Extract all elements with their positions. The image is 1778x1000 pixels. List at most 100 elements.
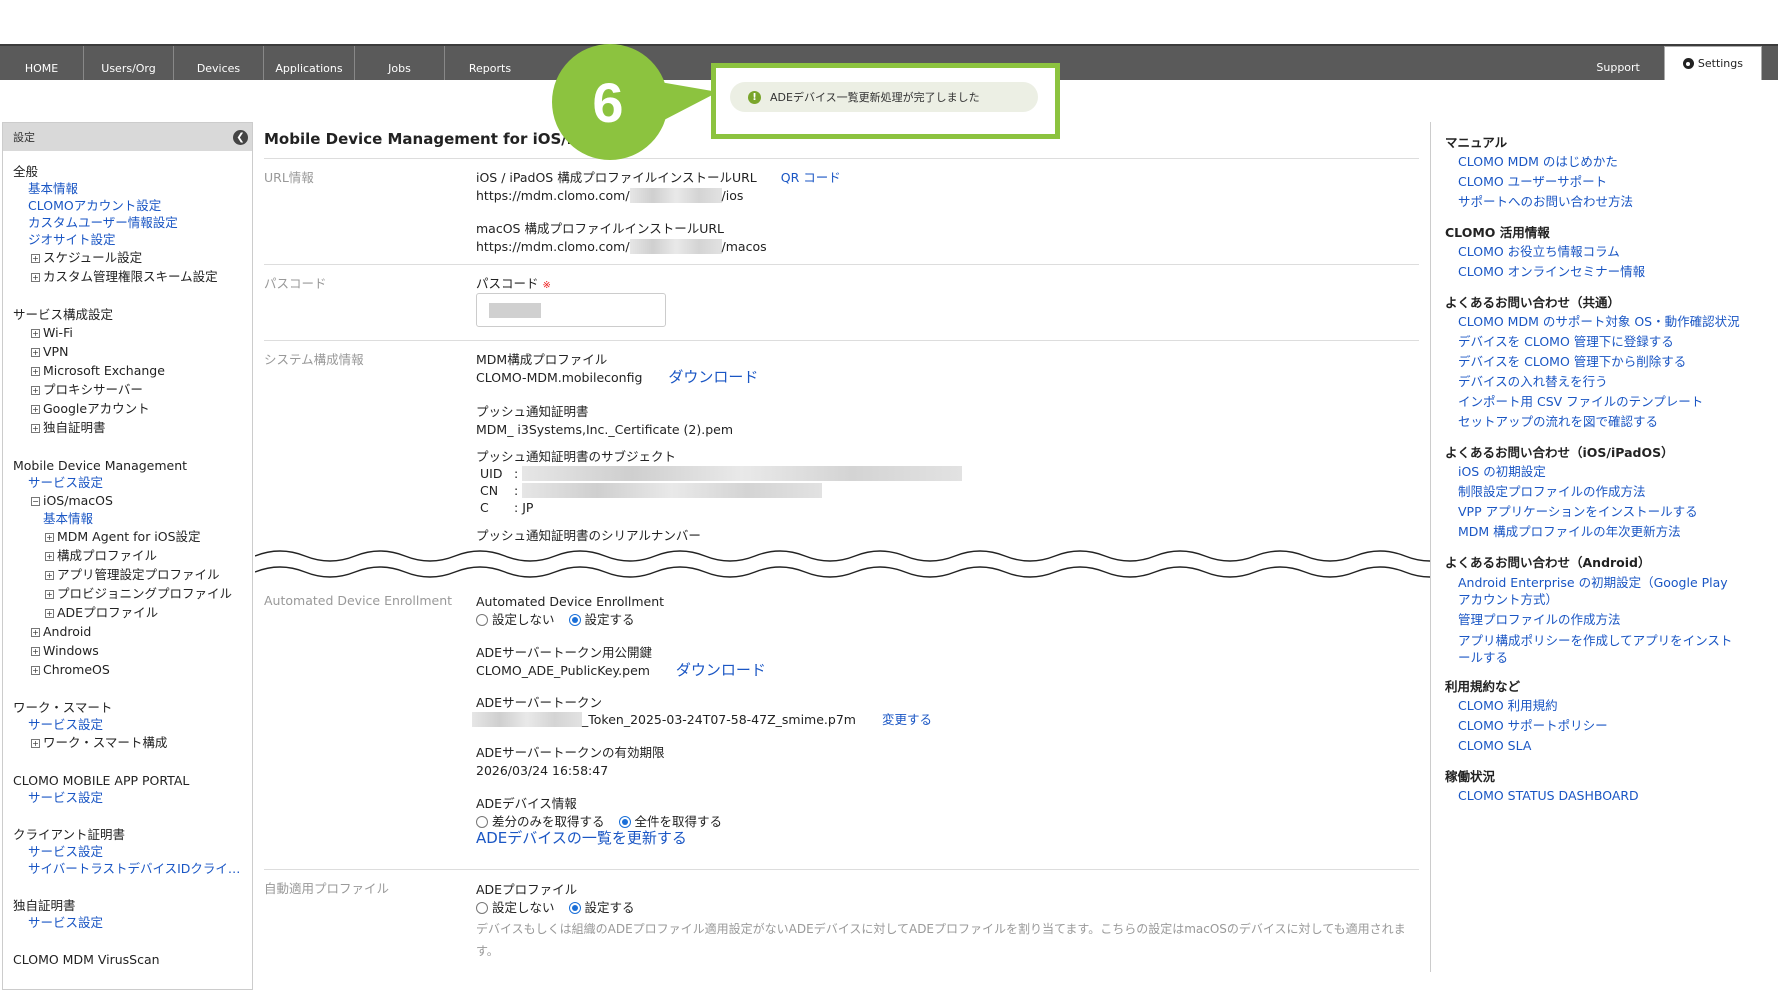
radio-button[interactable] bbox=[476, 614, 488, 626]
help-link[interactable]: 制限設定プロファイルの作成方法 bbox=[1431, 482, 1778, 502]
sidebar-link-portal-service[interactable]: サービス設定 bbox=[3, 789, 252, 806]
expand-plus-icon[interactable]: + bbox=[31, 739, 40, 748]
expand-plus-icon[interactable]: + bbox=[31, 273, 40, 282]
help-link[interactable]: CLOMO お役立ち情報コラム bbox=[1431, 242, 1778, 262]
help-link[interactable]: CLOMO 利用規約 bbox=[1431, 696, 1778, 716]
expand-plus-icon[interactable]: + bbox=[31, 367, 40, 376]
help-link[interactable]: MDM 構成プロファイルの年次更新方法 bbox=[1431, 522, 1778, 542]
help-link[interactable]: CLOMO MDM のサポート対象 OS・動作確認状況 bbox=[1431, 312, 1778, 332]
expand-plus-icon[interactable]: + bbox=[31, 329, 40, 338]
sidebar-link-ios-basic[interactable]: 基本情報 bbox=[3, 510, 252, 527]
mdm-profile-download-link[interactable]: ダウンロード bbox=[668, 368, 758, 386]
radio-button[interactable] bbox=[476, 816, 488, 828]
expand-plus-icon[interactable]: + bbox=[31, 348, 40, 357]
sidebar-link-geosite[interactable]: ジオサイト設定 bbox=[3, 231, 252, 248]
nav-applications[interactable]: Applications bbox=[264, 46, 355, 80]
sidebar-tree-windows[interactable]: + Windows bbox=[3, 641, 252, 660]
sidebar-link-work-service[interactable]: サービス設定 bbox=[3, 716, 252, 733]
sidebar-tree-app-config-profile[interactable]: + アプリ管理設定プロファイル bbox=[3, 565, 252, 584]
passcode-input[interactable] bbox=[476, 293, 666, 327]
auto-profile-radio-on[interactable]: 設定する bbox=[568, 900, 635, 915]
sidebar-link-cybertrust[interactable]: サイバートラストデバイスIDクライ… bbox=[3, 860, 252, 877]
expand-plus-icon[interactable]: + bbox=[45, 590, 54, 599]
help-link[interactable]: セットアップの流れを図で確認する bbox=[1431, 412, 1778, 432]
sidebar-tree-wifi[interactable]: + Wi-Fi bbox=[3, 323, 252, 342]
ios-url-value[interactable]: https://mdm.clomo.com/ /ios bbox=[476, 187, 743, 204]
sidebar-tree-ade-profile[interactable]: + ADEプロファイル bbox=[3, 603, 252, 622]
help-link[interactable]: CLOMO MDM のはじめかた bbox=[1431, 152, 1778, 172]
help-link[interactable]: 管理プロファイルの作成方法 bbox=[1431, 610, 1778, 630]
help-link[interactable]: サポートへのお問い合わせ方法 bbox=[1431, 192, 1778, 212]
help-link[interactable]: CLOMO STATUS DASHBOARD bbox=[1431, 786, 1778, 806]
success-toast: ! ADEデバイス一覧更新処理が完了しました bbox=[730, 82, 1038, 112]
help-link[interactable]: アプリ構成ポリシーを作成してアプリをインストールする bbox=[1431, 632, 1741, 666]
sidebar-link-own-cert-service[interactable]: サービス設定 bbox=[3, 914, 252, 931]
ade-radio-on[interactable]: 設定する bbox=[568, 612, 635, 627]
sidebar-tree-ios-macos[interactable]: − iOS/macOS bbox=[3, 491, 252, 510]
help-link[interactable]: デバイスを CLOMO 管理下に登録する bbox=[1431, 332, 1778, 352]
help-link[interactable]: デバイスの入れ替えを行う bbox=[1431, 372, 1778, 392]
help-link[interactable]: インポート用 CSV ファイルのテンプレート bbox=[1431, 392, 1778, 412]
sidebar-tree-proxy[interactable]: + プロキシサーバー bbox=[3, 380, 252, 399]
help-link[interactable]: CLOMO ユーザーサポート bbox=[1431, 172, 1778, 192]
mac-url-value[interactable]: https://mdm.clomo.com/ /macos bbox=[476, 238, 767, 255]
ade-radio-all[interactable]: 全件を取得する bbox=[618, 814, 722, 829]
radio-label: 差分のみを取得する bbox=[492, 814, 605, 829]
ade-update-list-link[interactable]: ADEデバイスの一覧を更新する bbox=[476, 829, 687, 847]
qr-code-link[interactable]: QR コード bbox=[781, 170, 841, 185]
auto-profile-radio-off[interactable]: 設定しない bbox=[476, 900, 555, 915]
expand-plus-icon[interactable]: + bbox=[31, 628, 40, 637]
help-link[interactable]: Android Enterprise の初期設定（Google Play アカウ… bbox=[1431, 574, 1741, 608]
radio-button-selected[interactable] bbox=[568, 614, 581, 626]
sidebar-tree-mdm-agent[interactable]: + MDM Agent for iOS設定 bbox=[3, 527, 252, 546]
expand-plus-icon[interactable]: + bbox=[31, 254, 40, 263]
expand-plus-icon[interactable]: + bbox=[31, 647, 40, 656]
sidebar-tree-vpn[interactable]: + VPN bbox=[3, 342, 252, 361]
expand-plus-icon[interactable]: + bbox=[45, 533, 54, 542]
ade-pubkey-download-link[interactable]: ダウンロード bbox=[676, 661, 766, 679]
sidebar-tree-exchange[interactable]: + Microsoft Exchange bbox=[3, 361, 252, 380]
ade-radio-off[interactable]: 設定しない bbox=[476, 612, 555, 627]
sidebar-link-mdm-service[interactable]: サービス設定 bbox=[3, 474, 252, 491]
nav-support[interactable]: Support bbox=[1572, 61, 1663, 80]
radio-button-selected[interactable] bbox=[618, 816, 631, 828]
sidebar-tree-config-profile[interactable]: + 構成プロファイル bbox=[3, 546, 252, 565]
nav-reports[interactable]: Reports bbox=[445, 46, 535, 80]
sidebar-tree-schedule[interactable]: + スケジュール設定 bbox=[3, 248, 252, 267]
sidebar-link-clomo-account[interactable]: CLOMOアカウント設定 bbox=[3, 197, 252, 214]
nav-jobs[interactable]: Jobs bbox=[355, 46, 445, 80]
radio-button-selected[interactable] bbox=[568, 902, 581, 914]
sidebar-tree-custom-permission[interactable]: + カスタム管理権限スキーム設定 bbox=[3, 267, 252, 286]
help-link[interactable]: iOS の初期設定 bbox=[1431, 462, 1778, 482]
sidebar-link-basic-info[interactable]: 基本情報 bbox=[3, 180, 252, 197]
expand-plus-icon[interactable]: + bbox=[31, 405, 40, 414]
expand-plus-icon[interactable]: + bbox=[45, 609, 54, 618]
help-link[interactable]: CLOMO SLA bbox=[1431, 736, 1778, 756]
help-link[interactable]: CLOMO サポートポリシー bbox=[1431, 716, 1778, 736]
collapse-left-icon[interactable]: ❮ bbox=[233, 130, 248, 145]
nav-home[interactable]: HOME bbox=[0, 46, 84, 80]
expand-plus-icon[interactable]: + bbox=[31, 386, 40, 395]
nav-devices[interactable]: Devices bbox=[174, 46, 264, 80]
expand-plus-icon[interactable]: + bbox=[45, 552, 54, 561]
sidebar-tree-provisioning-profile[interactable]: + プロビジョニングプロファイル bbox=[3, 584, 252, 603]
sidebar-tree-work-config[interactable]: + ワーク・スマート構成 bbox=[3, 733, 252, 752]
expand-plus-icon[interactable]: + bbox=[45, 571, 54, 580]
radio-button[interactable] bbox=[476, 902, 488, 914]
sidebar-tree-own-cert[interactable]: + 独自証明書 bbox=[3, 418, 252, 437]
nav-settings-tab[interactable]: Settings bbox=[1663, 46, 1762, 80]
nav-users-org[interactable]: Users/Org bbox=[84, 46, 174, 80]
sidebar-link-custom-user-info[interactable]: カスタムユーザー情報設定 bbox=[3, 214, 252, 231]
help-link[interactable]: CLOMO オンラインセミナー情報 bbox=[1431, 262, 1778, 282]
sidebar-tree-google[interactable]: + Googleアカウント bbox=[3, 399, 252, 418]
ade-radio-diff[interactable]: 差分のみを取得する bbox=[476, 814, 605, 829]
sidebar-tree-android[interactable]: + Android bbox=[3, 622, 252, 641]
expand-plus-icon[interactable]: + bbox=[31, 424, 40, 433]
collapse-minus-icon[interactable]: − bbox=[31, 497, 40, 506]
help-link[interactable]: VPP アプリケーションをインストールする bbox=[1431, 502, 1778, 522]
expand-plus-icon[interactable]: + bbox=[31, 666, 40, 675]
sidebar-tree-chromeos[interactable]: + ChromeOS bbox=[3, 660, 252, 679]
ade-token-change-link[interactable]: 変更する bbox=[882, 712, 932, 727]
sidebar-link-client-cert-service[interactable]: サービス設定 bbox=[3, 843, 252, 860]
help-link[interactable]: デバイスを CLOMO 管理下から削除する bbox=[1431, 352, 1778, 372]
